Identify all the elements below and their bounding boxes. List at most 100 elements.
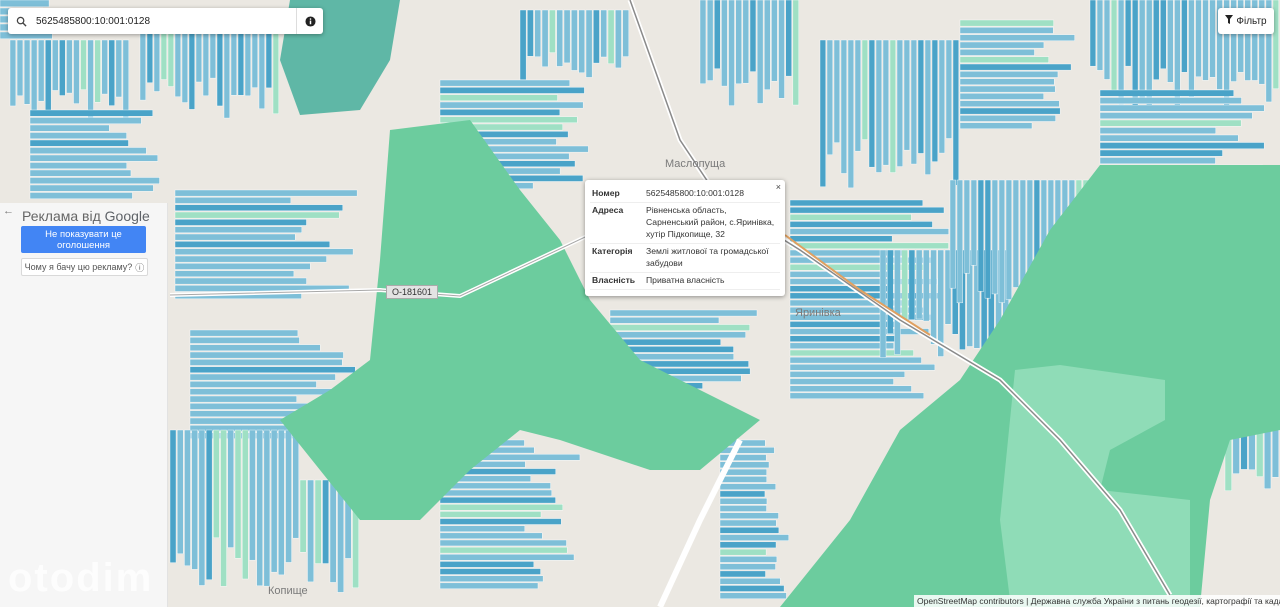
parcel[interactable] bbox=[719, 512, 779, 520]
parcel[interactable] bbox=[1103, 0, 1111, 80]
parcel[interactable] bbox=[756, 0, 764, 104]
parcel[interactable] bbox=[1099, 89, 1234, 97]
parcel[interactable] bbox=[875, 39, 883, 173]
parcel[interactable] bbox=[285, 429, 292, 563]
parcel[interactable] bbox=[439, 568, 541, 575]
back-arrow-icon[interactable]: ← bbox=[3, 205, 14, 217]
parcel[interactable] bbox=[29, 154, 158, 162]
parcel[interactable] bbox=[959, 41, 1045, 49]
parcel[interactable] bbox=[439, 109, 561, 116]
parcel[interactable] bbox=[439, 94, 558, 101]
parcel[interactable] bbox=[854, 39, 862, 152]
parcel[interactable] bbox=[174, 241, 331, 248]
parcel[interactable] bbox=[903, 39, 911, 151]
parcel[interactable] bbox=[439, 489, 552, 497]
parcel[interactable] bbox=[174, 204, 343, 212]
filter-button[interactable]: Фільтр bbox=[1218, 8, 1274, 34]
parcel[interactable] bbox=[789, 221, 933, 228]
parcel[interactable] bbox=[189, 403, 313, 410]
parcel[interactable] bbox=[314, 479, 322, 564]
parcel[interactable] bbox=[585, 9, 593, 78]
parcel[interactable] bbox=[189, 351, 344, 359]
parcel[interactable] bbox=[439, 525, 526, 532]
parcel[interactable] bbox=[30, 39, 38, 117]
parcel[interactable] bbox=[1099, 127, 1216, 135]
parcel[interactable] bbox=[789, 328, 930, 335]
parcel[interactable] bbox=[29, 132, 127, 140]
parcel[interactable] bbox=[29, 177, 160, 185]
parcel[interactable] bbox=[29, 147, 147, 155]
parcel[interactable] bbox=[59, 39, 66, 96]
parcel[interactable] bbox=[263, 429, 271, 587]
parcel[interactable] bbox=[189, 329, 299, 337]
parcel[interactable] bbox=[189, 359, 343, 366]
parcel[interactable] bbox=[600, 9, 608, 58]
parcel[interactable] bbox=[174, 255, 327, 263]
parcel[interactable] bbox=[1099, 97, 1242, 105]
parcel[interactable] bbox=[977, 179, 985, 292]
parcel[interactable] bbox=[868, 39, 876, 168]
parcel[interactable] bbox=[1005, 179, 1013, 300]
parcel[interactable] bbox=[593, 9, 600, 64]
parcel[interactable] bbox=[73, 39, 80, 104]
parcel[interactable] bbox=[519, 9, 527, 80]
parcel[interactable] bbox=[556, 9, 564, 67]
parcel[interactable] bbox=[719, 592, 787, 600]
parcel[interactable] bbox=[615, 9, 622, 69]
parcel[interactable] bbox=[887, 249, 894, 334]
parcel[interactable] bbox=[563, 9, 571, 64]
parcel[interactable] bbox=[29, 139, 129, 147]
parcel[interactable] bbox=[174, 197, 292, 204]
parcel[interactable] bbox=[719, 447, 775, 454]
search-bar[interactable]: 5625485800:10:001:0128 bbox=[8, 8, 323, 34]
parcel[interactable] bbox=[1117, 0, 1125, 105]
parcel[interactable] bbox=[198, 429, 206, 586]
parcel[interactable] bbox=[242, 429, 249, 580]
parcel[interactable] bbox=[45, 39, 52, 114]
parcel[interactable] bbox=[174, 219, 307, 226]
parcel[interactable] bbox=[1096, 0, 1104, 71]
parcel[interactable] bbox=[771, 0, 778, 82]
parcel[interactable] bbox=[439, 87, 585, 94]
parcel[interactable] bbox=[29, 169, 132, 177]
parcel[interactable] bbox=[789, 214, 912, 221]
parcel[interactable] bbox=[0, 0, 50, 8]
parcel[interactable] bbox=[439, 482, 551, 490]
parcel[interactable] bbox=[991, 179, 999, 295]
parcel[interactable] bbox=[29, 124, 110, 132]
parcel[interactable] bbox=[789, 206, 945, 214]
parcel[interactable] bbox=[789, 378, 894, 385]
parcel[interactable] bbox=[189, 381, 317, 388]
parcel[interactable] bbox=[322, 479, 330, 564]
parcel[interactable] bbox=[1188, 0, 1195, 98]
parcel[interactable] bbox=[945, 39, 953, 139]
parcel[interactable] bbox=[792, 0, 799, 106]
parcel[interactable] bbox=[959, 115, 1056, 122]
parcel[interactable] bbox=[956, 179, 964, 304]
parcel[interactable] bbox=[9, 39, 17, 107]
parcel[interactable] bbox=[789, 285, 894, 292]
parcel[interactable] bbox=[719, 527, 780, 534]
parcel[interactable] bbox=[174, 211, 340, 219]
parcel[interactable] bbox=[847, 39, 855, 189]
parcel[interactable] bbox=[174, 270, 295, 277]
parcel[interactable] bbox=[719, 483, 776, 490]
parcel[interactable] bbox=[1181, 0, 1188, 73]
parcel[interactable] bbox=[329, 479, 337, 583]
parcel[interactable] bbox=[439, 504, 564, 511]
parcel[interactable] bbox=[959, 71, 1059, 78]
parcel[interactable] bbox=[1160, 0, 1167, 69]
parcel[interactable] bbox=[189, 373, 336, 381]
parcel[interactable] bbox=[609, 331, 746, 339]
parcel[interactable] bbox=[174, 189, 358, 197]
parcel[interactable] bbox=[66, 39, 73, 94]
parcel[interactable] bbox=[115, 39, 122, 98]
parcel[interactable] bbox=[721, 0, 728, 87]
parcel[interactable] bbox=[534, 9, 542, 57]
parcel[interactable] bbox=[970, 179, 978, 266]
parcel[interactable] bbox=[1099, 134, 1239, 142]
parcel[interactable] bbox=[699, 0, 707, 84]
parcel[interactable] bbox=[101, 39, 108, 95]
parcel[interactable] bbox=[29, 162, 127, 170]
cadastral-map[interactable]: Маслопуща Яринівка Копище bbox=[0, 0, 1280, 607]
